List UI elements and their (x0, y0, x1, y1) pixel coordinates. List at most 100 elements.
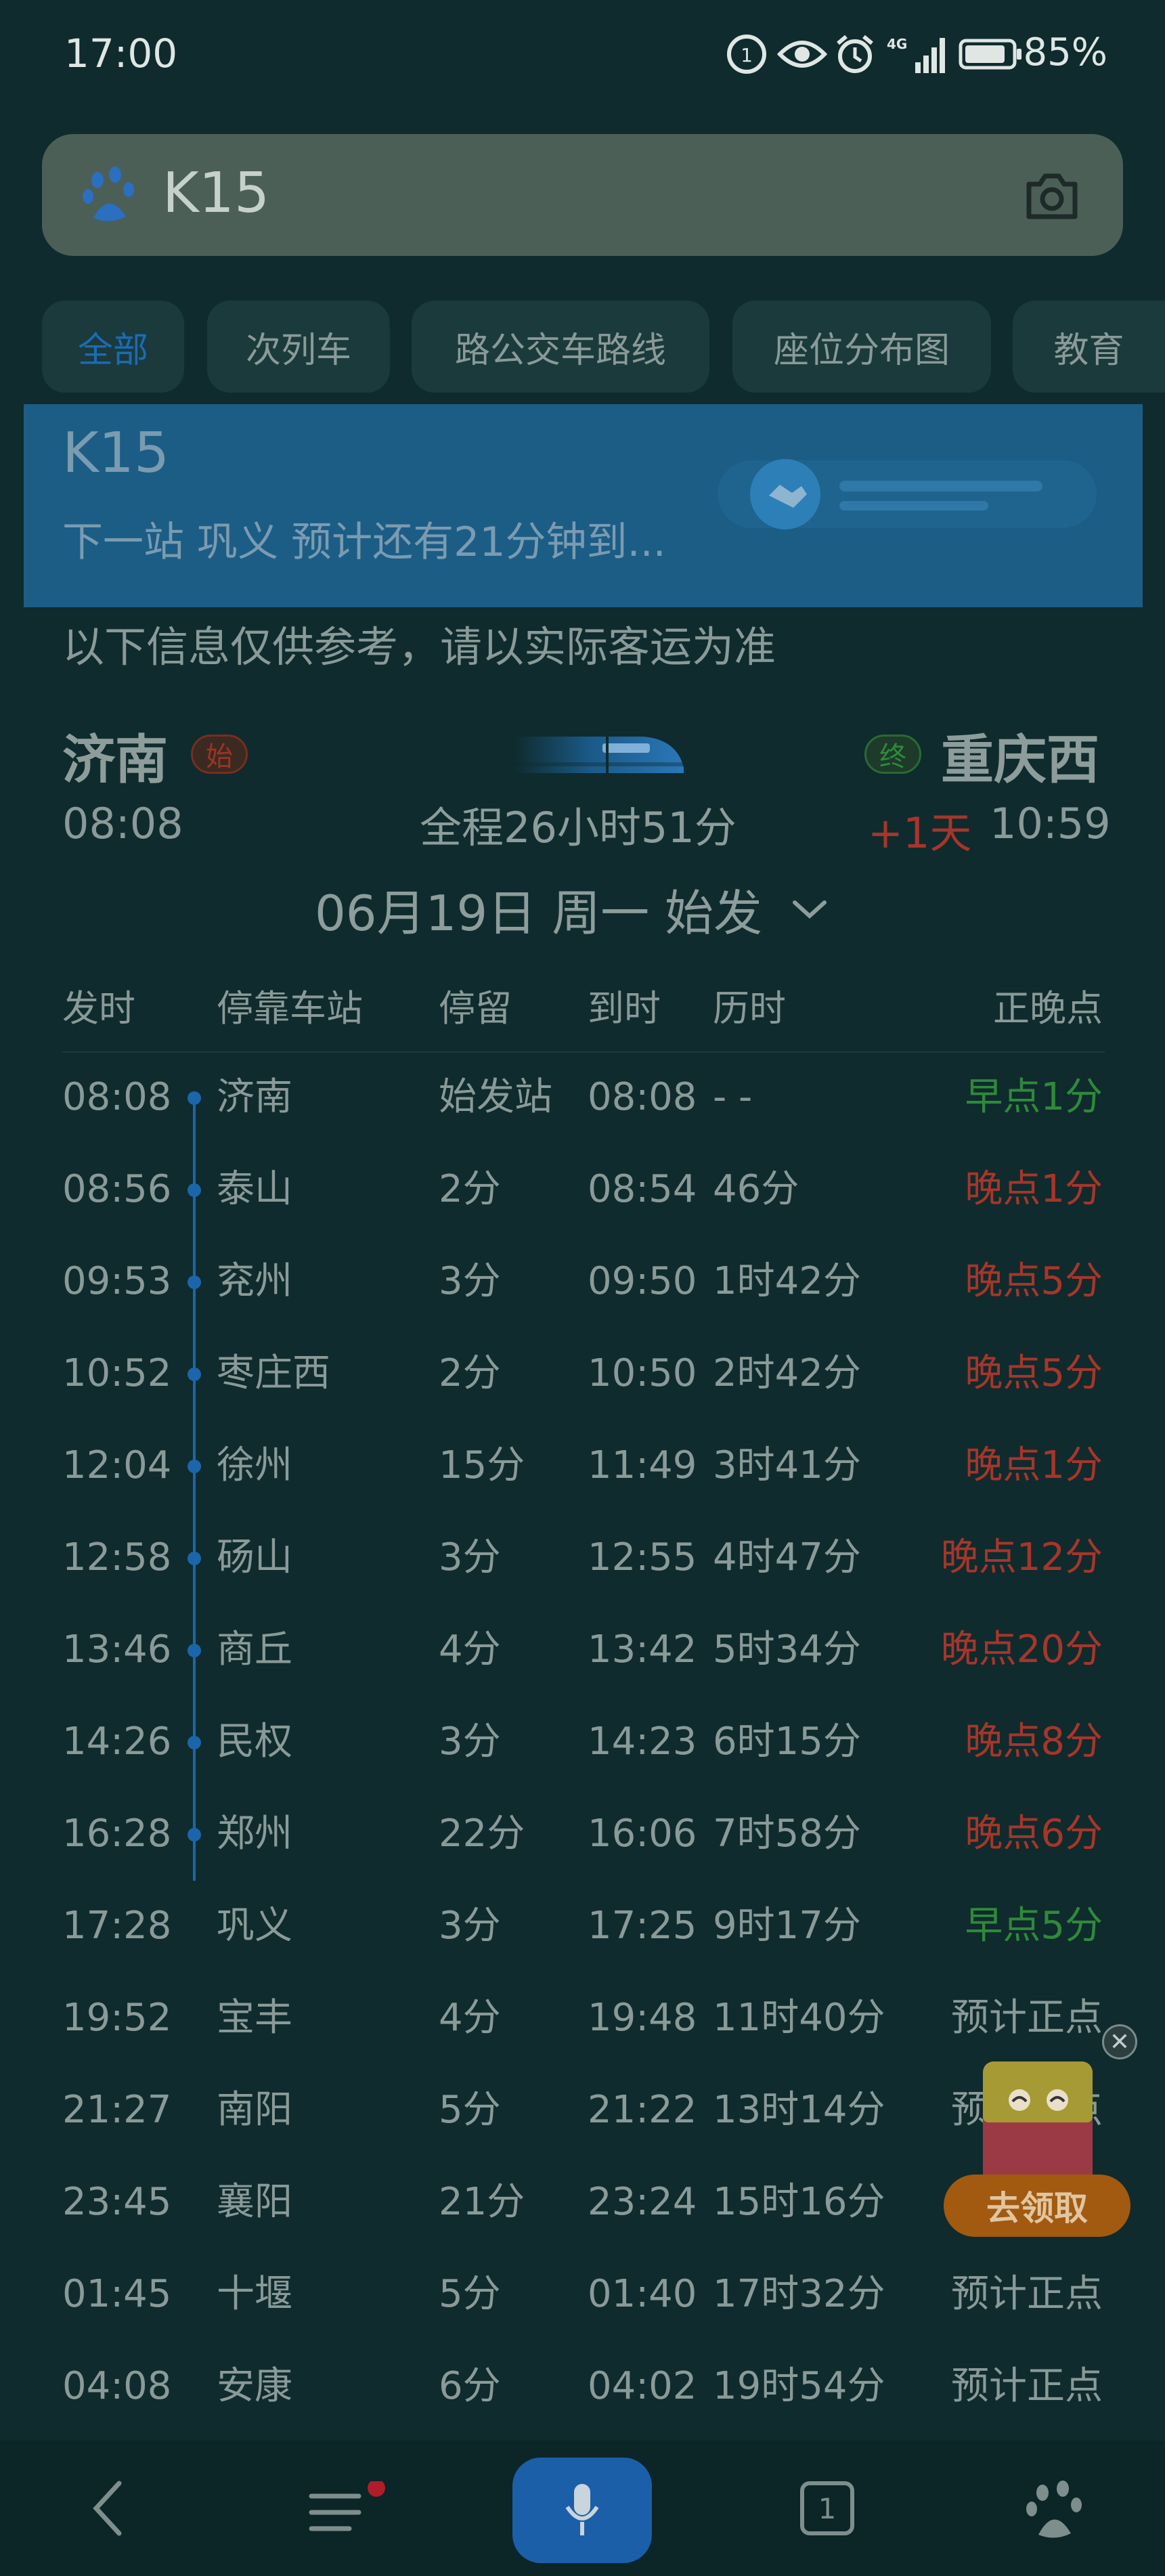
departure-cell: 08:56 (62, 1167, 172, 1211)
stop-row[interactable]: 14:26 民权 3分 14:23 6时15分 晚点8分 (0, 1696, 1165, 1788)
elapsed-cell: 1时42分 (713, 1259, 861, 1303)
station-cell: 兖州 (217, 1259, 292, 1303)
station-cell: 枣庄西 (217, 1351, 330, 1395)
arrival-cell: 14:23 (588, 1720, 697, 1764)
terminal-badge: 终 (864, 735, 921, 774)
header-departure: 发时 (62, 987, 135, 1030)
timeline-dot (188, 1828, 201, 1841)
tab-train-number[interactable]: 次列车 (207, 301, 390, 393)
elapsed-cell: 5时34分 (713, 1628, 861, 1672)
arrival-cell: 08:08 (588, 1075, 697, 1119)
handshake-logo-icon (718, 459, 1097, 529)
arrival-cell: 16:06 (588, 1812, 697, 1856)
station-cell: 泰山 (217, 1167, 292, 1211)
stop-duration-cell: 15分 (439, 1443, 525, 1487)
header-elapsed: 历时 (713, 987, 786, 1030)
timeline-dot (188, 1275, 201, 1289)
arrival-cell: 09:50 (588, 1259, 697, 1303)
total-duration: 全程26小时51分 (420, 803, 737, 852)
baidu-home-icon[interactable] (1024, 2478, 1084, 2539)
menu-icon[interactable] (309, 2481, 390, 2542)
promo-claim-button[interactable]: 去领取 (944, 2175, 1130, 2237)
departure-cell: 23:45 (62, 2180, 172, 2224)
punctuality-cell: 晚点20分 (940, 1628, 1103, 1672)
elapsed-cell: 7时58分 (713, 1812, 861, 1856)
stop-duration-cell: 3分 (439, 1904, 501, 1948)
station-cell: 宝丰 (217, 1996, 292, 2040)
arrival-cell: 13:42 (588, 1628, 697, 1672)
battery-icon (959, 39, 1021, 70)
camera-icon[interactable] (1024, 168, 1080, 222)
stop-row[interactable]: 16:28 郑州 22分 16:06 7时58分 晚点6分 (0, 1788, 1165, 1880)
stop-duration-cell: 22分 (439, 1812, 525, 1856)
station-cell: 徐州 (217, 1443, 292, 1487)
stop-duration-cell: 5分 (439, 2272, 501, 2316)
punctuality-cell: 晚点1分 (965, 1167, 1103, 1211)
stop-duration-cell: 3分 (439, 1259, 501, 1303)
train-icon (514, 737, 684, 773)
microphone-icon (565, 2484, 599, 2535)
arrival-cell: 01:40 (588, 2272, 697, 2316)
timeline-dot (188, 1552, 201, 1565)
date-label: 06月19日 周一 始发 (315, 885, 763, 942)
eye-icon (777, 41, 827, 68)
timeline-dot (188, 1091, 201, 1105)
search-input[interactable]: K15 (162, 161, 269, 225)
departure-cell: 13:46 (62, 1628, 172, 1672)
punctuality-cell: 晚点5分 (965, 1351, 1103, 1395)
stop-row[interactable]: 09:53 兖州 3分 09:50 1时42分 晚点5分 (0, 1236, 1165, 1328)
elapsed-cell: 11时40分 (713, 1996, 885, 2040)
back-icon[interactable] (88, 2478, 129, 2539)
departure-cell: 04:08 (62, 2364, 172, 2408)
voice-search-button[interactable] (512, 2458, 652, 2563)
tab-bus-route[interactable]: 路公交车路线 (412, 301, 709, 393)
stop-duration-cell: 4分 (439, 1996, 501, 2040)
stop-row[interactable]: 12:58 砀山 3分 12:55 4时47分 晚点12分 (0, 1512, 1165, 1604)
stop-row[interactable]: 10:52 枣庄西 2分 10:50 2时42分 晚点5分 (0, 1328, 1165, 1420)
stop-duration-cell: 2分 (439, 1167, 501, 1211)
tab-seat-map[interactable]: 座位分布图 (732, 301, 991, 393)
banner-next-station: 下一站 巩义 预计还有21分钟到... (62, 519, 666, 566)
timeline-dot (188, 1736, 201, 1749)
elapsed-cell: 13时14分 (713, 2088, 885, 2132)
promo-close-button[interactable]: ✕ (1102, 2024, 1137, 2059)
stop-row[interactable]: 17:28 巩义 3分 17:25 9时17分 早点5分 (0, 1880, 1165, 1972)
timeline-dot (188, 1644, 201, 1657)
header-punctuality: 正晚点 (993, 987, 1103, 1030)
punctuality-cell: 晚点1分 (965, 1443, 1103, 1487)
baidu-paw-icon (83, 167, 134, 221)
disclaimer-text: 以下信息仅供参考，请以实际客运为准 (62, 622, 776, 672)
elapsed-cell: 46分 (713, 1167, 799, 1211)
banner-train-number: K15 (62, 421, 170, 485)
stop-row[interactable]: 04:08 安康 6分 04:02 19时54分 预计正点 (0, 2340, 1165, 2432)
arrival-cell: 04:02 (588, 2364, 697, 2408)
punctuality-cell: 预计正点 (951, 1996, 1103, 2040)
elapsed-cell: 3时41分 (713, 1443, 861, 1487)
stop-row[interactable]: 13:46 商丘 4分 13:42 5时34分 晚点20分 (0, 1604, 1165, 1696)
elapsed-cell: 17时32分 (713, 2272, 885, 2316)
arrival-cell: 12:55 (588, 1535, 697, 1579)
punctuality-cell: 晚点12分 (940, 1535, 1103, 1579)
stop-duration-cell: 6分 (439, 2364, 501, 2408)
tab-education[interactable]: 教育 (1013, 301, 1165, 393)
stop-row[interactable]: 12:04 徐州 15分 11:49 3时41分 晚点1分 (0, 1420, 1165, 1512)
stop-row[interactable]: 01:45 十堰 5分 01:40 17时32分 预计正点 (0, 2248, 1165, 2340)
stop-row[interactable]: 19:52 宝丰 4分 19:48 11时40分 预计正点 (0, 1972, 1165, 2064)
timeline-dot (188, 1368, 201, 1381)
departure-cell: 21:27 (62, 2088, 172, 2132)
stop-row[interactable]: 08:08 济南 始发站 08:08 - - 早点1分 (0, 1051, 1165, 1143)
elapsed-cell: 4时47分 (713, 1535, 861, 1579)
origin-badge: 始 (191, 735, 248, 774)
stop-row[interactable]: 08:56 泰山 2分 08:54 46分 晚点1分 (0, 1143, 1165, 1236)
elapsed-cell: 15时16分 (713, 2180, 885, 2224)
tab-all[interactable]: 全部 (42, 301, 184, 393)
tab-switcher-button[interactable]: 1 (800, 2481, 854, 2535)
station-cell: 民权 (217, 1720, 292, 1764)
battery-percent: 85% (1023, 30, 1107, 74)
alarm-icon (837, 35, 873, 73)
signal-4g-icon: 4G (887, 36, 945, 73)
date-selector[interactable]: 06月19日 周一 始发 (315, 873, 830, 944)
stop-duration-cell: 3分 (439, 1535, 501, 1579)
timeline-dot (188, 1460, 201, 1473)
punctuality-cell: 早点5分 (965, 1904, 1103, 1948)
